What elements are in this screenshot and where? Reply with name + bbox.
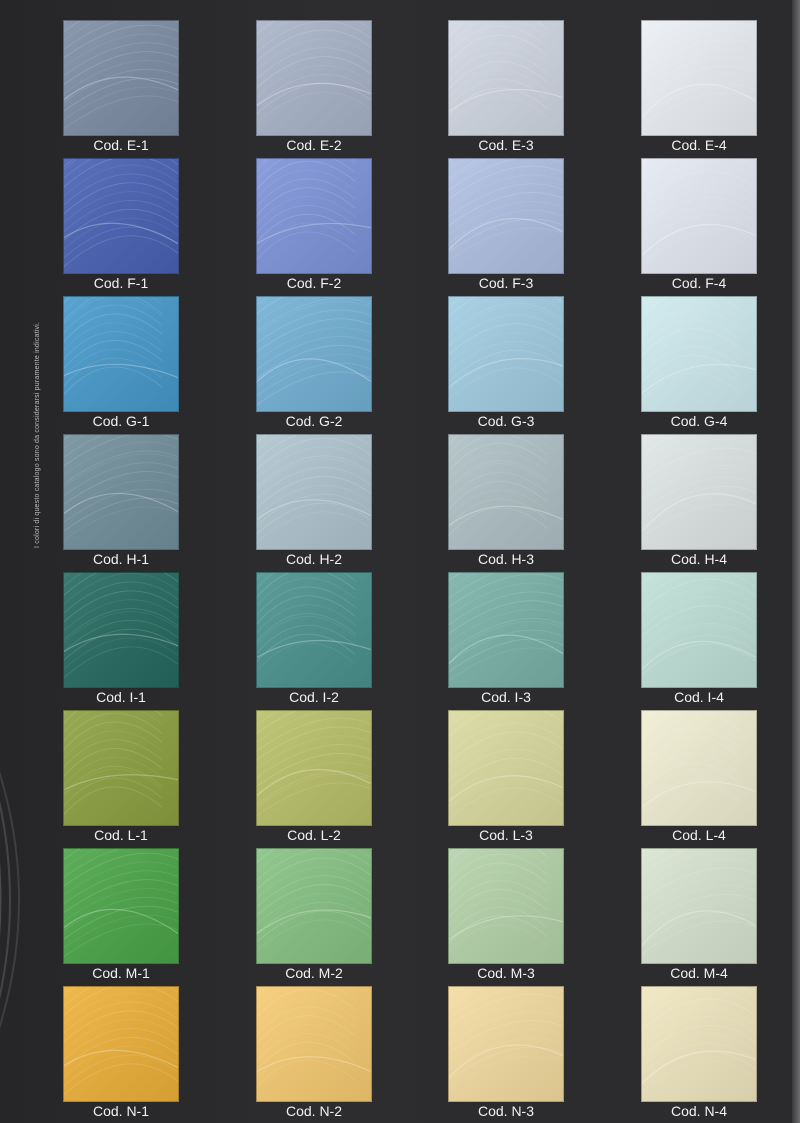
swatch-code-label: Cod. F-1: [93, 275, 149, 291]
swatch-texture: [641, 296, 757, 412]
color-swatch: [641, 572, 757, 688]
color-swatch: [256, 848, 372, 964]
swatch-texture: [63, 20, 179, 136]
color-swatch: [641, 848, 757, 964]
swatch-code-label: Cod. E-3: [478, 137, 534, 153]
color-swatch: [63, 20, 179, 136]
color-swatch: [63, 848, 179, 964]
color-swatch: [63, 986, 179, 1102]
swatch-code-label: Cod. E-2: [286, 137, 342, 153]
swatch-code-label: Cod. N-4: [670, 1103, 728, 1119]
color-swatch: [63, 296, 179, 412]
swatch-code-label: Cod. I-1: [96, 689, 146, 705]
color-swatch: [256, 710, 372, 826]
color-swatch: [448, 848, 564, 964]
swatch-code-label: Cod. I-4: [674, 689, 724, 705]
swatch-code-label: Cod. N-2: [285, 1103, 343, 1119]
color-swatch: [641, 434, 757, 550]
swatch-code-label: Cod. E-1: [93, 137, 149, 153]
color-swatch: [256, 572, 372, 688]
color-swatch: [63, 572, 179, 688]
swatch-code-label: Cod. L-1: [94, 827, 148, 843]
swatch-texture: [256, 296, 372, 412]
swatch-texture: [63, 572, 179, 688]
swatch-texture: [256, 986, 372, 1102]
swatch-texture: [641, 434, 757, 550]
color-swatch: [256, 434, 372, 550]
swatch-texture: [256, 434, 372, 550]
swatch-texture: [641, 158, 757, 274]
swatch-texture: [63, 434, 179, 550]
swatch-code-label: Cod. I-2: [289, 689, 339, 705]
color-swatch: [63, 158, 179, 274]
swatch-texture: [256, 20, 372, 136]
color-swatch: [448, 710, 564, 826]
swatch-texture: [256, 710, 372, 826]
swatch-code-label: Cod. F-4: [671, 275, 727, 291]
swatch-code-label: Cod. H-4: [670, 551, 728, 567]
swatch-code-label: Cod. I-3: [481, 689, 531, 705]
color-swatch: [256, 986, 372, 1102]
color-swatch: [63, 434, 179, 550]
swatch-texture: [448, 986, 564, 1102]
color-swatch: [256, 20, 372, 136]
swatch-texture: [641, 20, 757, 136]
swatch-texture: [256, 158, 372, 274]
swatch-code-label: Cod. E-4: [671, 137, 727, 153]
swatch-texture: [448, 296, 564, 412]
color-swatch: [641, 986, 757, 1102]
swatch-texture: [256, 848, 372, 964]
swatch-code-label: Cod. L-3: [479, 827, 533, 843]
color-swatch: [448, 20, 564, 136]
swatch-texture: [256, 572, 372, 688]
color-swatch: [448, 434, 564, 550]
color-swatch: [448, 158, 564, 274]
swatch-code-label: Cod. H-2: [285, 551, 343, 567]
swatch-code-label: Cod. G-2: [285, 413, 343, 429]
color-swatch: [63, 710, 179, 826]
swatch-texture: [448, 158, 564, 274]
swatch-code-label: Cod. G-3: [477, 413, 535, 429]
color-swatch: [641, 20, 757, 136]
swatch-code-label: Cod. N-1: [92, 1103, 150, 1119]
swatch-code-label: Cod. N-3: [477, 1103, 535, 1119]
swatch-texture: [641, 848, 757, 964]
swatch-texture: [63, 158, 179, 274]
color-swatch: [641, 710, 757, 826]
color-swatch: [448, 296, 564, 412]
swatch-texture: [448, 434, 564, 550]
swatch-texture: [641, 986, 757, 1102]
color-swatch: [641, 158, 757, 274]
swatch-code-label: Cod. L-4: [672, 827, 726, 843]
swatch-code-label: Cod. G-1: [92, 413, 150, 429]
swatch-texture: [63, 296, 179, 412]
swatch-texture: [641, 710, 757, 826]
swatch-texture: [641, 572, 757, 688]
color-swatch: [256, 158, 372, 274]
swatch-texture: [63, 848, 179, 964]
swatch-code-label: Cod. L-2: [287, 827, 341, 843]
swatch-code-label: Cod. M-4: [670, 965, 728, 981]
swatch-code-label: Cod. H-1: [92, 551, 150, 567]
color-swatch: [641, 296, 757, 412]
catalog-page: I colori di questo catalogo sono da cons…: [0, 0, 800, 1123]
swatch-code-label: Cod. M-1: [92, 965, 150, 981]
swatch-texture: [448, 20, 564, 136]
swatch-code-label: Cod. G-4: [670, 413, 728, 429]
swatch-code-label: Cod. F-3: [478, 275, 534, 291]
swatch-code-label: Cod. M-3: [477, 965, 535, 981]
swatch-texture: [448, 710, 564, 826]
color-swatch: [448, 986, 564, 1102]
swatch-texture: [448, 572, 564, 688]
swatch-texture: [63, 710, 179, 826]
swatch-code-label: Cod. H-3: [477, 551, 535, 567]
swatch-texture: [448, 848, 564, 964]
color-swatch: [256, 296, 372, 412]
swatch-texture: [63, 986, 179, 1102]
swatch-grid: Cod. E-1 Cod. E-2 Cod. E-3 Cod. E-4 Cod. F-1…: [0, 0, 800, 1123]
color-swatch: [448, 572, 564, 688]
swatch-code-label: Cod. M-2: [285, 965, 343, 981]
swatch-code-label: Cod. F-2: [286, 275, 342, 291]
